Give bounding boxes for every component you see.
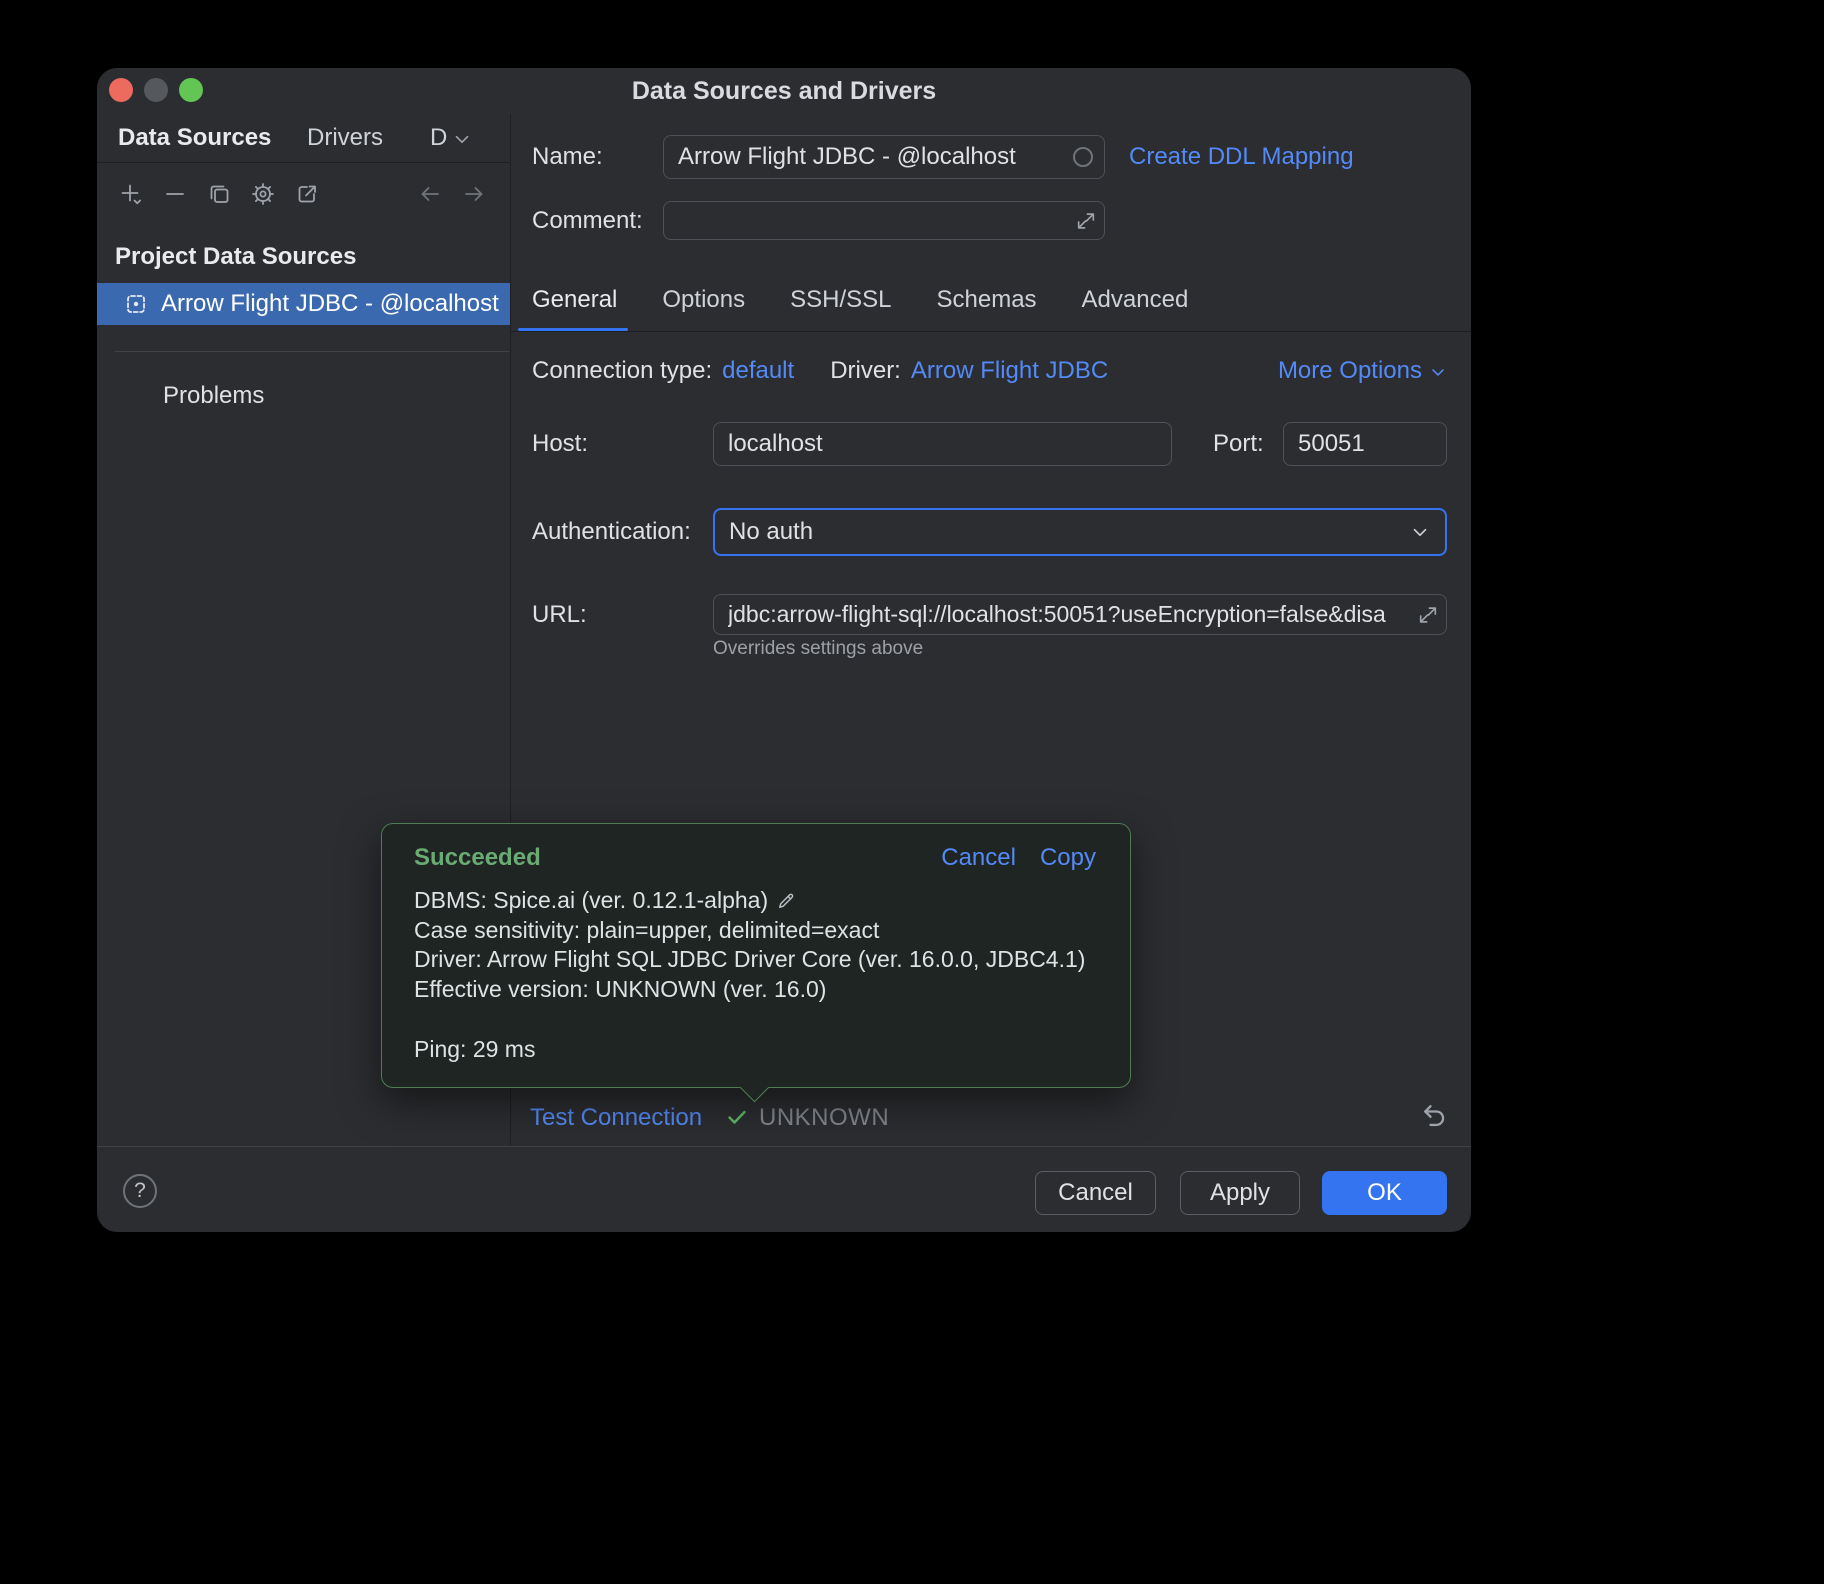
popup-ping: Ping: 29 ms — [414, 1036, 535, 1063]
chevron-down-icon — [1428, 361, 1448, 381]
window-title: Data Sources and Drivers — [97, 68, 1471, 114]
popup-copy-link[interactable]: Copy — [1040, 844, 1096, 872]
tab-advanced[interactable]: Advanced — [1082, 286, 1189, 314]
tab-drivers[interactable]: Drivers — [307, 124, 383, 152]
comment-label: Comment: — [532, 207, 643, 235]
dbms-text: DBMS: Spice.ai (ver. 0.12.1-alpha) — [414, 887, 768, 913]
sidebar-item-problems[interactable]: Problems — [163, 382, 264, 410]
popup-status: Succeeded — [414, 844, 541, 872]
connection-type-row: Connection type: default Driver: Arrow F… — [532, 357, 1108, 385]
connection-result-text: UNKNOWN — [759, 1104, 889, 1132]
sidebar-toolbar — [119, 182, 319, 206]
url-label: URL: — [532, 601, 587, 629]
name-field-wrap — [663, 135, 1105, 179]
popup-line-effective: Effective version: UNKNOWN (ver. 16.0) — [414, 975, 1085, 1005]
popup-links: Cancel Copy — [941, 844, 1096, 872]
port-input[interactable] — [1283, 422, 1447, 466]
authentication-value: No auth — [729, 518, 813, 546]
url-input[interactable] — [713, 594, 1447, 635]
expand-editor-icon[interactable] — [1075, 210, 1097, 232]
settings-tab-strip: General Options SSH/SSL Schemas Advanced — [532, 286, 1188, 314]
name-label: Name: — [532, 143, 603, 171]
more-options-label: More Options — [1278, 357, 1422, 385]
port-field-wrap — [1283, 422, 1447, 466]
tab-options[interactable]: Options — [662, 286, 745, 314]
help-button[interactable]: ? — [123, 1174, 157, 1208]
expand-editor-icon[interactable] — [1417, 604, 1439, 626]
comment-field-wrap — [663, 201, 1105, 240]
host-label: Host: — [532, 430, 588, 458]
driver-value-link[interactable]: Arrow Flight JDBC — [911, 357, 1108, 385]
tab-general[interactable]: General — [532, 286, 617, 314]
connection-type-label: Connection type: — [532, 357, 712, 385]
port-label: Port: — [1213, 430, 1264, 458]
revert-icon[interactable] — [1420, 1101, 1448, 1129]
dialog-footer: ? Cancel Apply OK — [97, 1146, 1471, 1232]
popup-line-case: Case sensitivity: plain=upper, delimited… — [414, 916, 1085, 946]
chevron-down-icon[interactable] — [451, 128, 473, 150]
sidebar-tab-strip: Data Sources Drivers D — [97, 114, 510, 163]
cancel-button[interactable]: Cancel — [1035, 1171, 1156, 1215]
url-overrides-hint: Overrides settings above — [713, 638, 923, 660]
back-arrow-icon[interactable] — [418, 182, 442, 206]
popup-details: DBMS: Spice.ai (ver. 0.12.1-alpha) Case … — [414, 886, 1085, 1004]
gear-icon[interactable] — [251, 182, 275, 206]
data-source-list-item-selected[interactable]: Arrow Flight JDBC - @localhost — [97, 283, 510, 325]
driver-label: Driver: — [830, 357, 901, 385]
comment-input[interactable] — [663, 201, 1105, 240]
data-sources-dialog: Data Sources and Drivers Data Sources Dr… — [97, 68, 1471, 1232]
ok-button[interactable]: OK — [1322, 1171, 1447, 1215]
sidebar-separator — [115, 351, 510, 352]
tab-ddl-mappings-truncated[interactable]: D — [430, 124, 447, 152]
name-input[interactable] — [663, 135, 1105, 179]
name-status-icon — [1073, 147, 1093, 167]
duplicate-icon[interactable] — [207, 182, 231, 206]
data-source-name: Arrow Flight JDBC - @localhost — [161, 290, 499, 318]
test-connection-popup: Succeeded Cancel Copy DBMS: Spice.ai (ve… — [381, 823, 1131, 1088]
more-options-link[interactable]: More Options — [1278, 357, 1448, 385]
tab-strip-divider — [511, 331, 1471, 332]
connection-type-value[interactable]: default — [722, 357, 794, 385]
edit-version-pencil-icon[interactable] — [776, 889, 796, 909]
remove-icon[interactable] — [163, 182, 187, 206]
authentication-label: Authentication: — [532, 518, 691, 546]
test-connection-link[interactable]: Test Connection — [530, 1104, 702, 1132]
authentication-dropdown[interactable]: No auth — [713, 508, 1447, 556]
chevron-down-icon — [1409, 521, 1431, 543]
create-ddl-mapping-link[interactable]: Create DDL Mapping — [1129, 143, 1354, 171]
popup-line-dbms: DBMS: Spice.ai (ver. 0.12.1-alpha) — [414, 886, 1085, 916]
driver-icon — [124, 292, 148, 316]
tab-schemas[interactable]: Schemas — [937, 286, 1037, 314]
popup-cancel-link[interactable]: Cancel — [941, 844, 1016, 872]
host-field-wrap — [713, 422, 1172, 466]
tab-ssh-ssl[interactable]: SSH/SSL — [790, 286, 891, 314]
success-check-icon — [725, 1105, 749, 1129]
url-field-wrap — [713, 594, 1447, 635]
popup-line-driver: Driver: Arrow Flight SQL JDBC Driver Cor… — [414, 945, 1085, 975]
project-data-sources-header: Project Data Sources — [115, 243, 356, 271]
active-tab-underline — [518, 328, 628, 331]
apply-button[interactable]: Apply — [1180, 1171, 1300, 1215]
forward-arrow-icon[interactable] — [462, 182, 486, 206]
open-export-icon[interactable] — [295, 182, 319, 206]
tab-data-sources[interactable]: Data Sources — [118, 124, 271, 152]
add-data-source-icon[interactable] — [119, 182, 143, 206]
history-nav — [418, 182, 486, 206]
host-input[interactable] — [713, 422, 1172, 466]
